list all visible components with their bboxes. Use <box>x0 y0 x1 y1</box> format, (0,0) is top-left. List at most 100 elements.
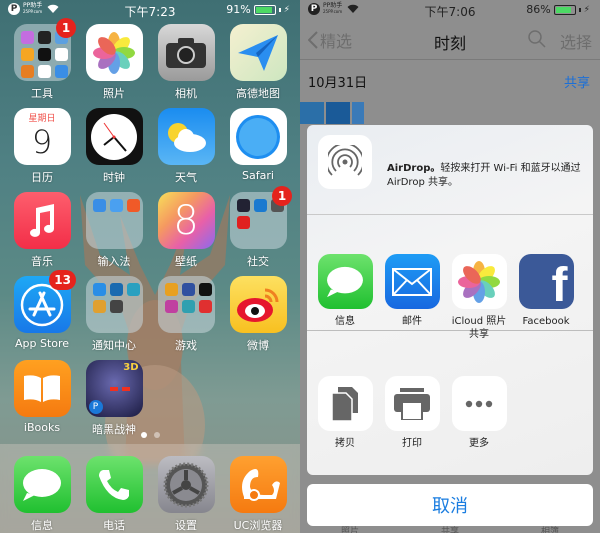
3d-tag: 3D <box>123 362 139 373</box>
ibooks-icon <box>13 360 71 417</box>
app-music[interactable]: 音乐 <box>12 192 72 269</box>
photo-thumbnails <box>300 102 380 124</box>
phone-handset-icon <box>85 456 143 513</box>
app-label: 照片 <box>103 87 125 100</box>
cancel-button[interactable]: 取消 <box>307 484 593 526</box>
app-label: 游戏 <box>175 339 197 352</box>
copy-icon <box>317 376 373 431</box>
app-camera[interactable]: 相机 <box>156 24 216 101</box>
app-wallpaper[interactable]: 8 壁纸 <box>156 192 216 269</box>
page-dot-2[interactable] <box>153 432 160 438</box>
app-label: 输入法 <box>97 255 131 268</box>
pp-badge-icon: P <box>88 400 103 414</box>
app-clock[interactable]: 时钟 <box>84 108 144 185</box>
app-label: 微博 <box>247 339 269 352</box>
app-games-folder[interactable]: 游戏 <box>156 276 216 353</box>
app-weather[interactable]: 天气 <box>156 108 216 185</box>
app-calendar[interactable]: 星期日 9 日历 <box>12 108 72 185</box>
safari-compass-icon <box>229 108 287 165</box>
battery-icon <box>253 4 276 15</box>
nav-bar: 精选 时刻 选择 <box>300 20 600 60</box>
app-notification-folder[interactable]: 通知中心 <box>84 276 144 353</box>
action-label: 更多 <box>469 438 489 449</box>
app-label: 电话 <box>103 519 125 532</box>
dock: 信息 电话 设置 UC浏览器 <box>0 444 300 533</box>
clock-icon <box>85 108 143 165</box>
app-label: 天气 <box>175 171 197 184</box>
app-label: 工具 <box>31 87 53 100</box>
airdrop-description: AirDrop。轻按来打开 Wi-Fi 和蓝牙以通过 AirDrop 共享。 <box>387 162 582 190</box>
app-social-folder[interactable]: 1 社交 <box>228 186 292 269</box>
mail-envelope-icon <box>384 254 440 309</box>
app-label: UC浏览器 <box>233 519 283 532</box>
folder-icon <box>157 276 215 333</box>
share-target-label: Facebook <box>522 316 570 327</box>
battery-fill <box>255 6 273 13</box>
app-safari[interactable]: Safari <box>228 108 288 182</box>
app-label: 通知中心 <box>92 339 136 352</box>
status-bar: P PP助手 25PP.com 下午7:06 86% ⚡ <box>300 0 600 20</box>
share-target-more-partial[interactable] <box>583 254 593 309</box>
page-indicator[interactable] <box>0 432 300 438</box>
battery-tip <box>278 7 281 12</box>
share-moment-button[interactable]: 共享 <box>564 72 590 91</box>
app-label: Safari <box>242 169 274 182</box>
search-icon[interactable] <box>528 30 546 48</box>
share-target-facebook[interactable]: f Facebook <box>516 254 576 328</box>
app-app-store[interactable]: 13 App Store <box>12 270 76 350</box>
share-target-messages[interactable]: 信息 <box>315 254 375 328</box>
app-dark-war-god[interactable]: 3D P 暗黑战神 <box>84 360 144 437</box>
action-print[interactable]: 打印 <box>382 376 442 450</box>
share-target-label: 信息 <box>335 316 355 327</box>
weibo-icon <box>229 276 287 333</box>
ellipsis-icon <box>451 376 507 431</box>
dock-settings[interactable]: 设置 <box>156 456 216 533</box>
app-label: App Store <box>14 337 70 350</box>
share-sheet: AirDrop。轻按来打开 Wi-Fi 和蓝牙以通过 AirDrop 共享。 信… <box>307 125 593 475</box>
photo-thumbnail[interactable] <box>352 102 364 124</box>
app-label: 相机 <box>175 87 197 100</box>
status-bar: P PP助手 25PP.com 下午7:23 91% ⚡ <box>0 0 300 20</box>
battery-percent: 86% <box>526 3 551 16</box>
battery-tip <box>578 7 581 12</box>
app-label: 社交 <box>247 255 269 268</box>
notification-badge: 1 <box>272 186 292 206</box>
knight-eyes <box>110 386 118 391</box>
app-input-folder[interactable]: 输入法 <box>84 192 144 269</box>
charging-bolt-icon: ⚡ <box>583 4 590 15</box>
weather-icon <box>157 108 215 165</box>
photo-thumbnail[interactable] <box>326 102 350 124</box>
app-weibo[interactable]: 微博 <box>228 276 288 353</box>
app-amap[interactable]: 高德地图 <box>228 24 288 101</box>
notification-badge: 1 <box>56 18 76 38</box>
page-dot-1[interactable] <box>140 432 147 438</box>
charging-bolt-icon: ⚡ <box>283 4 290 15</box>
photos-share-screen: P PP助手 25PP.com 下午7:06 86% ⚡ 精选 时刻 选择 10… <box>300 0 600 533</box>
dock-phone[interactable]: 电话 <box>84 456 144 533</box>
battery-percent: 91% <box>226 3 251 16</box>
messages-bubble-icon <box>13 456 71 513</box>
airdrop-section: AirDrop。轻按来打开 Wi-Fi 和蓝牙以通过 AirDrop 共享。 <box>307 125 593 215</box>
photo-thumbnail[interactable] <box>300 102 324 124</box>
airdrop-icon[interactable] <box>318 135 372 189</box>
app-ibooks[interactable]: iBooks <box>12 360 72 434</box>
share-target-icloud-photo-sharing[interactable]: iCloud 照片共享 <box>449 254 509 341</box>
battery: 86% ⚡ <box>526 3 590 16</box>
action-label: 拷贝 <box>335 438 355 449</box>
app-photos[interactable]: 照片 <box>84 24 144 101</box>
printer-icon <box>384 376 440 431</box>
actions-row: 拷贝 打印 更多 <box>307 332 593 475</box>
app-tools-folder[interactable]: 1 工具 <box>12 18 76 101</box>
camera-icon <box>157 24 215 81</box>
share-target-mail[interactable]: 邮件 <box>382 254 442 328</box>
dock-uc-browser[interactable]: UC浏览器 <box>228 456 288 533</box>
action-label: 打印 <box>402 438 422 449</box>
dock-messages[interactable]: 信息 <box>12 456 72 533</box>
select-button[interactable]: 选择 <box>560 29 592 53</box>
home-screen: P PP助手 25PP.com 下午7:23 91% ⚡ 1 工具 照片 相机 … <box>0 0 300 533</box>
messages-bubble-icon <box>317 254 373 309</box>
battery-fill <box>555 6 572 13</box>
action-more[interactable]: 更多 <box>449 376 509 450</box>
settings-gear-icon <box>157 456 215 513</box>
action-copy[interactable]: 拷贝 <box>315 376 375 450</box>
